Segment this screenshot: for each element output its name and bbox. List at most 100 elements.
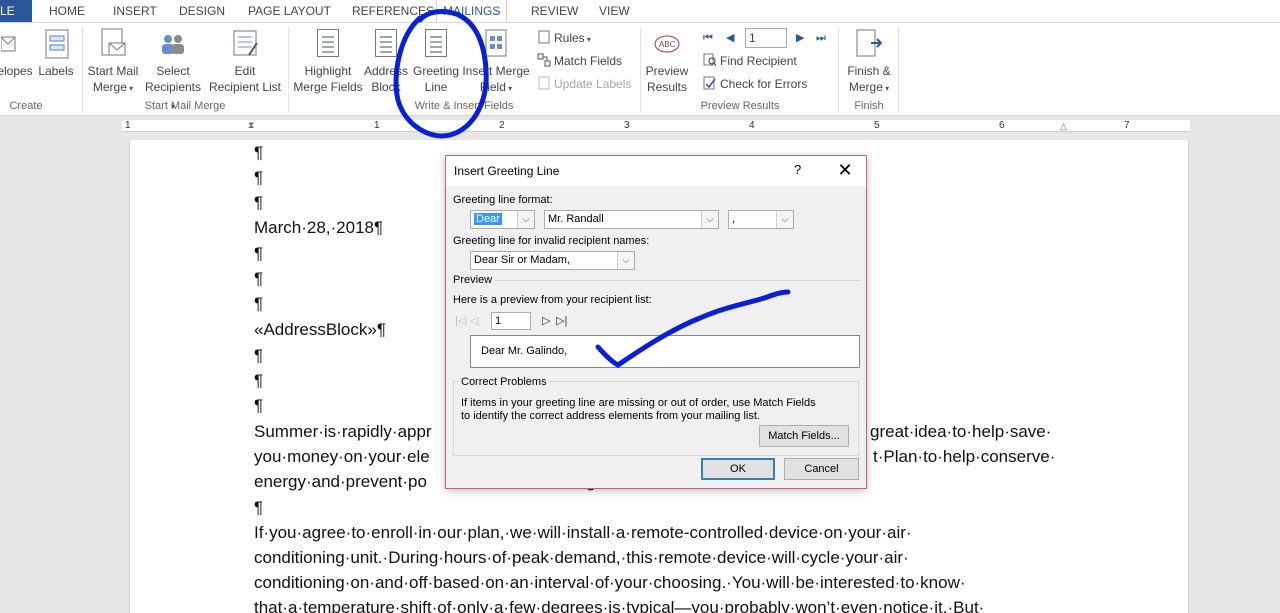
help-icon[interactable]: ? [794,162,801,177]
record-number-input[interactable]: 1 [745,28,787,48]
dialog-title: Insert Greeting Line [454,164,560,178]
previous-record-icon: ◀ [726,32,735,44]
ok-button[interactable]: OK [701,458,775,480]
greeting-line-icon [422,27,450,61]
preview-results-button[interactable]: ABC Preview Results [644,27,690,95]
ruler-mark: 4 [749,120,755,131]
preview-description: Here is a preview from your recipient li… [453,294,652,306]
invalid-names-value: Dear Sir or Madam, [474,254,570,266]
check-errors-icon [703,76,717,90]
rules-button[interactable]: Rules ▾ [537,29,591,47]
tab-insert[interactable]: INSERT [113,0,157,22]
last-record-button[interactable]: ⏭ [816,29,826,47]
abc-preview-icon: ABC [653,27,681,61]
paragraph-mark: ¶ [254,244,264,263]
close-icon[interactable]: ✕ [834,159,856,181]
correct-problems-text-1: If items in your greeting line are missi… [461,397,816,409]
ruler-mark: 7 [1124,120,1130,131]
tab-home[interactable]: HOME [49,0,85,22]
envelope-icon [0,27,29,61]
group-separator [838,27,839,113]
labels-button[interactable]: Labels [38,27,74,79]
body-text-line: conditioning·on·and·off·based·on·an·inte… [254,573,966,592]
ruler-mark: 6 [999,120,1005,131]
body-text-line: If·you·agree·to·enroll·in·our·plan,·we·w… [254,523,912,542]
tab-view[interactable]: VIEW [599,0,630,22]
tab-mailings[interactable]: MAILINGS [436,0,508,22]
preview-section-label: Preview [453,274,493,286]
first-record-button[interactable]: ⏮ [703,29,713,47]
greeting-line-button[interactable]: Greeting Line [410,27,462,95]
body-text-line: you·money·on·your·ele [254,447,430,466]
salutation-select[interactable]: Dear ⌵ [470,210,535,229]
group-separator [898,27,899,113]
chevron-down-icon: ⌵ [776,211,793,228]
tab-file[interactable]: LE [0,0,32,22]
tab-references[interactable]: REFERENCES [352,0,434,22]
dialog-titlebar[interactable]: Insert Greeting Line ? ✕ [446,156,866,186]
insert-merge-field-button[interactable]: Insert Merge Field ▾ [462,27,530,97]
previous-record-button[interactable]: ◀ [726,29,734,47]
first-recipient-icon[interactable]: |◁ [455,314,466,327]
find-recipient-button[interactable]: Find Recipient [703,52,797,70]
match-fields-dialog-button[interactable]: Match Fields... [759,425,849,447]
finish-merge-button[interactable]: Finish & Merge ▾ [842,27,896,97]
name-format-select[interactable]: Mr. Randall ⌵ [544,210,719,229]
update-labels-button[interactable]: Update Labels [537,75,631,93]
tab-page-layout[interactable]: PAGE LAYOUT [248,0,331,22]
next-record-button[interactable]: ▶ [796,29,804,47]
edit-list-icon [231,27,259,61]
tab-review[interactable]: REVIEW [531,0,578,22]
body-text-line: energy·and·prevent·po [254,472,427,491]
tab-design[interactable]: DESIGN [179,0,225,22]
paragraph-mark: ¶ [254,498,264,517]
start-mail-merge-button[interactable]: Start Mail Merge ▾ [86,27,140,97]
envelopes-button[interactable]: elopes [0,27,34,79]
last-recipient-icon[interactable]: ▷| [556,314,567,327]
cancel-button[interactable]: Cancel [784,458,859,480]
previous-recipient-icon[interactable]: ◁ [470,314,478,327]
group-separator [288,27,289,113]
highlight-merge-fields-button[interactable]: Highlight Merge Fields [292,27,364,95]
chevron-down-icon: ⌵ [617,252,634,269]
check-for-errors-button[interactable]: Check for Errors [703,75,807,93]
edit-recipient-list-label-2: Recipient List [208,80,282,94]
correct-problems-text-2: to identify the correct address elements… [461,410,760,422]
labels-label: Labels [38,64,74,78]
finish-merge-label-1: Finish & [847,64,891,78]
preview-results-label-1: Preview [645,64,689,78]
body-text-line: that·a·temperature·shift·of·only·a·few·d… [254,598,985,613]
address-block-button[interactable]: Address Block [364,27,408,95]
invalid-names-select[interactable]: Dear Sir or Madam, ⌵ [470,251,635,270]
name-format-value: Mr. Randall [548,213,604,225]
body-text-fragment: great·idea·to·help·save· [870,422,1052,441]
ribbon-tab-bar: LE HOME INSERT DESIGN PAGE LAYOUT REFERE… [0,0,1280,22]
paragraph-mark: ¶ [254,269,264,288]
paragraph-mark: ¶ [254,346,264,365]
match-fields-label: Match Fields [554,54,623,68]
next-recipient-icon[interactable]: ▷ [542,314,550,327]
edit-recipient-list-button[interactable]: Edit Recipient List [208,27,282,95]
group-preview-results-label: Preview Results [700,100,780,112]
dropdown-caret-icon: ▾ [126,84,134,93]
left-indent-marker-icon[interactable]: ⧗ [248,120,254,131]
recipient-number-input[interactable]: 1 [491,312,531,330]
greeting-format-label: Greeting line format: [453,194,553,206]
highlight-label-1: Highlight [304,64,352,78]
find-recipient-label: Find Recipient [720,54,797,68]
group-write-insert-label: Write & Insert Fields [414,100,514,112]
right-indent-marker-icon[interactable]: △ [1060,121,1067,132]
edit-recipient-list-label-1: Edit [234,64,256,78]
ribbon-mailings: elopes Labels Create Start Mail Merge ▾ … [0,22,1280,116]
update-labels-label: Update Labels [554,77,632,91]
match-fields-button[interactable]: Match Fields [537,52,622,70]
dropdown-caret-icon: ▾ [584,35,591,44]
find-recipient-icon [703,53,717,67]
labels-icon [42,27,70,61]
address-block-field: «AddressBlock»¶ [254,320,386,339]
group-finish-label: Finish [854,100,884,112]
update-labels-icon [537,76,551,90]
ruler-mark: 5 [874,120,880,131]
punctuation-select[interactable]: , ⌵ [728,210,794,229]
horizontal-ruler[interactable]: 1 1 2 3 4 5 6 7 ⧗ △ [122,120,1190,132]
